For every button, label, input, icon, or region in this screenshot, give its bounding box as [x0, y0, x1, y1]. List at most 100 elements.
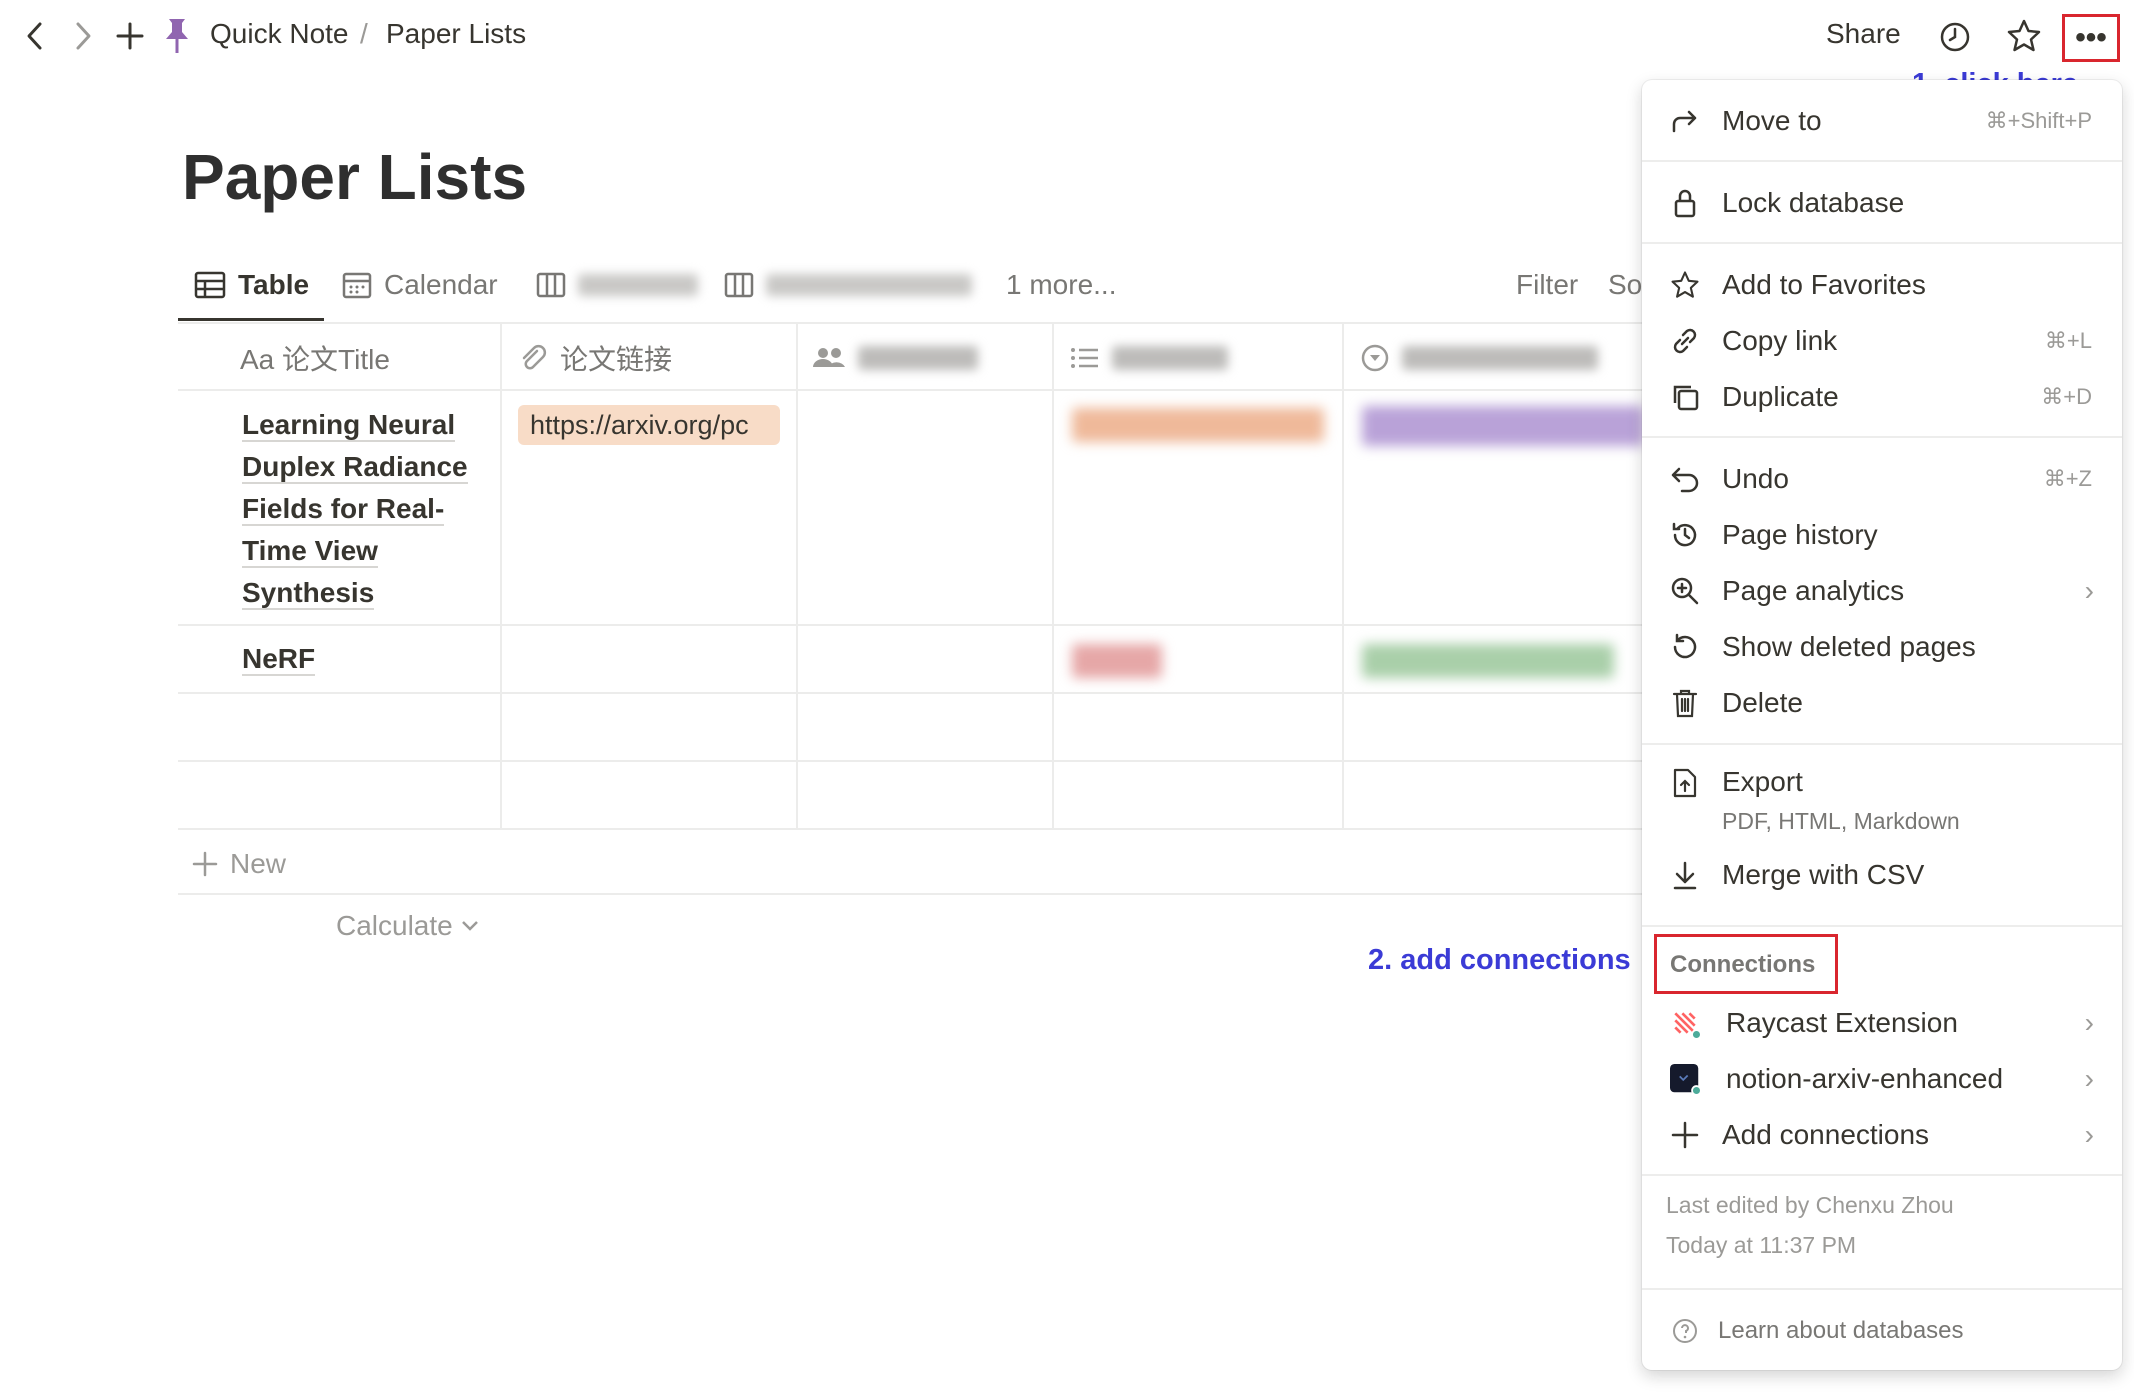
blurred-tag-green — [1362, 644, 1614, 678]
forward-arrow-icon[interactable] — [66, 18, 100, 54]
last-edited-time: Today at 11:37 PM — [1666, 1232, 1857, 1258]
menu-item-page-history[interactable]: Page history — [1642, 510, 2122, 560]
download-arrow-icon — [1670, 860, 1700, 890]
undo-icon — [1670, 464, 1700, 494]
grid-line — [178, 389, 1643, 391]
table-row-title-2[interactable]: NeRF — [242, 638, 316, 680]
menu-separator — [1642, 436, 2122, 438]
menu-separator — [1642, 1174, 2122, 1176]
move-arrow-icon — [1670, 106, 1700, 136]
more-options-menu: Move to ⌘+Shift+P Lock database Add to F… — [1642, 80, 2122, 1370]
paperclip-icon — [522, 344, 547, 370]
chevron-right-icon: › — [2084, 1063, 2094, 1094]
chevron-down-icon — [461, 921, 478, 931]
calendar-view-icon — [342, 272, 372, 299]
calculate-dropdown[interactable]: Calculate — [336, 908, 479, 944]
breadcrumb-quick-note[interactable]: Quick Note — [210, 18, 349, 50]
new-page-plus-icon[interactable] — [112, 18, 148, 54]
tab-calendar-label: Calendar — [384, 269, 498, 300]
menu-item-delete[interactable]: Delete — [1642, 678, 2122, 728]
tab-board-blurred[interactable] — [536, 265, 698, 305]
add-new-row-button[interactable]: New — [192, 846, 286, 882]
people-icon — [813, 348, 845, 367]
grid-line — [178, 624, 1643, 626]
menu-item-lock-database[interactable]: Lock database — [1642, 178, 2122, 228]
blurred-column-name — [1112, 346, 1228, 370]
chevron-right-icon: › — [2084, 1007, 2094, 1038]
breadcrumb-separator: / — [360, 18, 368, 49]
menu-item-move-to[interactable]: Move to ⌘+Shift+P — [1642, 96, 2122, 146]
blurred-tab-name — [766, 274, 972, 296]
table-view-icon — [194, 271, 226, 299]
column-header-link[interactable]: 论文链接 — [518, 340, 672, 376]
calculate-label: Calculate — [336, 910, 453, 941]
grid-line — [178, 828, 1643, 830]
plus-icon — [1670, 1120, 1700, 1150]
new-row-label: New — [230, 848, 287, 879]
history-icon — [1670, 520, 1700, 550]
menu-item-page-analytics[interactable]: Page analytics › — [1642, 566, 2122, 616]
column-header-people[interactable] — [812, 340, 978, 376]
column-link-label: 论文链接 — [560, 344, 673, 375]
history-clock-icon[interactable] — [1936, 18, 1974, 56]
blurred-tag-purple — [1362, 406, 1644, 446]
menu-item-add-connections[interactable]: Add connections › — [1642, 1110, 2122, 1160]
column-header-title[interactable]: Aa 论文Title — [240, 340, 390, 376]
grid-line — [1052, 324, 1054, 828]
lock-icon — [1670, 188, 1700, 218]
breadcrumb-paper-lists[interactable]: Paper Lists — [386, 18, 526, 50]
menu-item-export[interactable]: Export PDF, HTML, Markdown — [1642, 758, 2122, 840]
menu-item-duplicate[interactable]: Duplicate ⌘+D — [1642, 372, 2122, 422]
trash-icon — [1670, 688, 1700, 718]
more-options-button[interactable]: ••• — [2066, 18, 2116, 58]
grid-line — [796, 324, 798, 828]
column-header-multiselect[interactable] — [1070, 340, 1228, 376]
grid-line — [178, 322, 1643, 324]
connections-header: Connections — [1670, 951, 1816, 978]
menu-item-notion-arxiv-enhanced[interactable]: notion-arxiv-enhanced › — [1642, 1054, 2122, 1104]
menu-item-add-to-favorites[interactable]: Add to Favorites — [1642, 260, 2122, 310]
menu-item-copy-link[interactable]: Copy link ⌘+L — [1642, 316, 2122, 366]
restore-icon — [1670, 632, 1700, 662]
menu-item-show-deleted-pages[interactable]: Show deleted pages — [1642, 622, 2122, 672]
menu-item-raycast-extension[interactable]: Raycast Extension › — [1642, 998, 2122, 1048]
link-icon — [1670, 326, 1700, 356]
menu-item-merge-csv[interactable]: Merge with CSV — [1642, 850, 2122, 900]
grid-line — [1342, 324, 1344, 828]
plus-icon — [192, 851, 218, 877]
menu-item-learn-databases[interactable]: Learn about databases — [1642, 1306, 2122, 1356]
star-icon — [1670, 270, 1700, 300]
active-tab-underline — [178, 318, 324, 321]
blurred-tab-name — [578, 274, 698, 296]
tab-calendar[interactable]: Calendar — [342, 265, 498, 305]
blurred-tag-orange — [1072, 408, 1324, 442]
menu-item-undo[interactable]: Undo ⌘+Z — [1642, 454, 2122, 504]
link-url-chip[interactable]: https://arxiv.org/pc — [518, 405, 780, 445]
duplicate-icon — [1670, 382, 1700, 412]
raycast-logo-icon — [1670, 1008, 1700, 1040]
grid-line — [178, 692, 1643, 694]
board-view-icon — [724, 272, 754, 298]
export-formats-subtitle: PDF, HTML, Markdown — [1722, 808, 1960, 834]
tab-more-views[interactable]: 1 more... — [1006, 265, 1116, 305]
sort-button[interactable]: So — [1608, 265, 1642, 305]
pushpin-icon — [160, 16, 194, 56]
select-dropdown-icon — [1361, 344, 1389, 372]
grid-line — [178, 760, 1643, 762]
annotation-add-connections: 2. add connections — [1368, 944, 1631, 976]
menu-separator — [1642, 743, 2122, 745]
page-title: Paper Lists — [182, 141, 528, 213]
share-button[interactable]: Share — [1826, 18, 1901, 50]
grid-line — [500, 324, 502, 828]
chevron-right-icon: › — [2084, 575, 2094, 606]
back-arrow-icon[interactable] — [18, 18, 52, 54]
favorite-star-icon[interactable] — [2004, 16, 2044, 56]
chevron-right-icon: › — [2084, 1119, 2094, 1150]
tab-gallery-blurred[interactable] — [724, 265, 972, 305]
column-header-status[interactable] — [1360, 340, 1598, 376]
tab-table[interactable]: Table — [194, 265, 309, 305]
filter-button[interactable]: Filter — [1516, 265, 1578, 305]
menu-separator — [1642, 160, 2122, 162]
table-row-title-1[interactable]: Learning Neural Duplex Radiance Fields f… — [242, 404, 468, 614]
help-circle-icon — [1670, 1316, 1700, 1346]
